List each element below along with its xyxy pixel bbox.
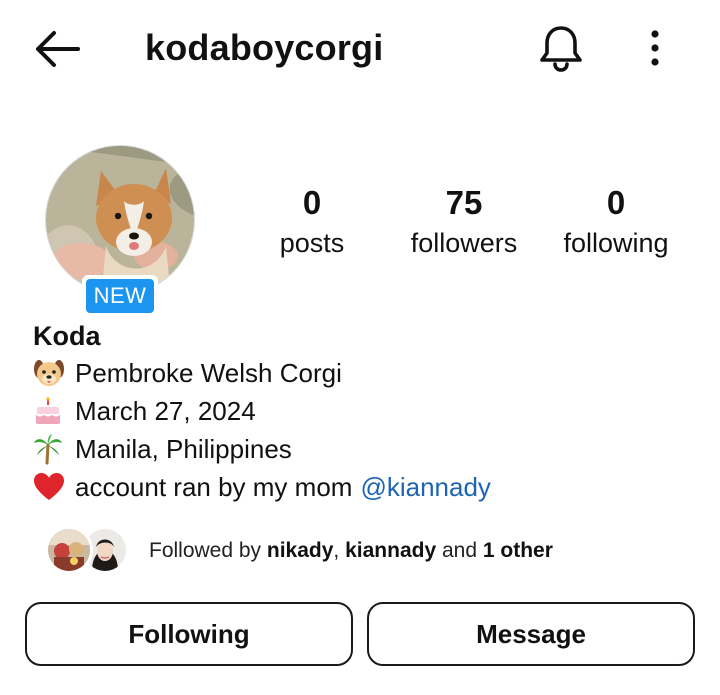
posts-stat[interactable]: 0 posts xyxy=(262,184,362,260)
bio-line-birthday: March 27, 2024 xyxy=(33,392,703,430)
followed-by-separator: , xyxy=(333,539,346,562)
posts-count: 0 xyxy=(302,184,322,221)
message-button[interactable]: Message xyxy=(367,602,695,666)
following-label: following xyxy=(563,228,669,258)
new-badge-label: NEW xyxy=(86,279,154,313)
palm-tree-icon xyxy=(33,432,73,466)
followers-stat[interactable]: 75 followers xyxy=(396,184,532,260)
mutual-avatar-1 xyxy=(45,526,93,574)
bio-line-breed: Pembroke Welsh Corgi xyxy=(33,354,703,392)
followed-by-and: and xyxy=(436,539,483,562)
more-options-button[interactable] xyxy=(640,24,670,72)
followed-by-prefix: Followed by xyxy=(149,539,267,562)
bio-location-text: Manila, Philippines xyxy=(75,433,292,464)
profile-username: kodaboycorgi xyxy=(145,27,384,68)
following-stat[interactable]: 0 following xyxy=(552,184,680,260)
followed-by-others: 1 other xyxy=(482,539,553,562)
notifications-button[interactable] xyxy=(536,22,586,74)
bio-birthday-text: March 27, 2024 xyxy=(75,395,256,426)
followed-by-user-2: kiannady xyxy=(345,539,437,562)
more-vertical-icon xyxy=(651,30,659,66)
new-badge: NEW xyxy=(82,275,158,317)
followed-by-text: Followed by nikady, kiannady and 1 other xyxy=(149,539,553,563)
dog-face-icon xyxy=(33,356,73,390)
profile-bio: Koda Pembroke Welsh Corgi March 27, 2024… xyxy=(33,318,703,506)
bio-line-location: Manila, Philippines xyxy=(33,430,703,468)
bell-icon xyxy=(540,26,582,72)
posts-label: posts xyxy=(279,228,345,258)
mention-link[interactable]: @kiannady xyxy=(360,472,490,503)
following-count: 0 xyxy=(606,184,626,221)
back-button[interactable] xyxy=(30,26,82,72)
followed-by-user-1: nikady xyxy=(266,539,334,562)
followers-count: 75 xyxy=(445,184,483,221)
following-button[interactable]: Following xyxy=(25,602,353,666)
display-name: Koda xyxy=(33,321,101,351)
birthday-cake-icon xyxy=(33,394,73,428)
red-heart-icon xyxy=(33,470,73,504)
arrow-left-icon xyxy=(36,31,80,67)
bio-owner-text: account ran by my mom xyxy=(75,471,353,502)
followers-label: followers xyxy=(410,228,518,258)
top-bar: kodaboycorgi xyxy=(0,0,720,100)
mutual-avatars xyxy=(45,526,135,576)
bio-line-owner: account ran by my mom @kiannady xyxy=(33,468,703,506)
bio-breed-text: Pembroke Welsh Corgi xyxy=(75,357,342,388)
mutual-followers[interactable]: Followed by nikady, kiannady and 1 other xyxy=(45,526,553,576)
avatar-photo xyxy=(45,145,195,295)
